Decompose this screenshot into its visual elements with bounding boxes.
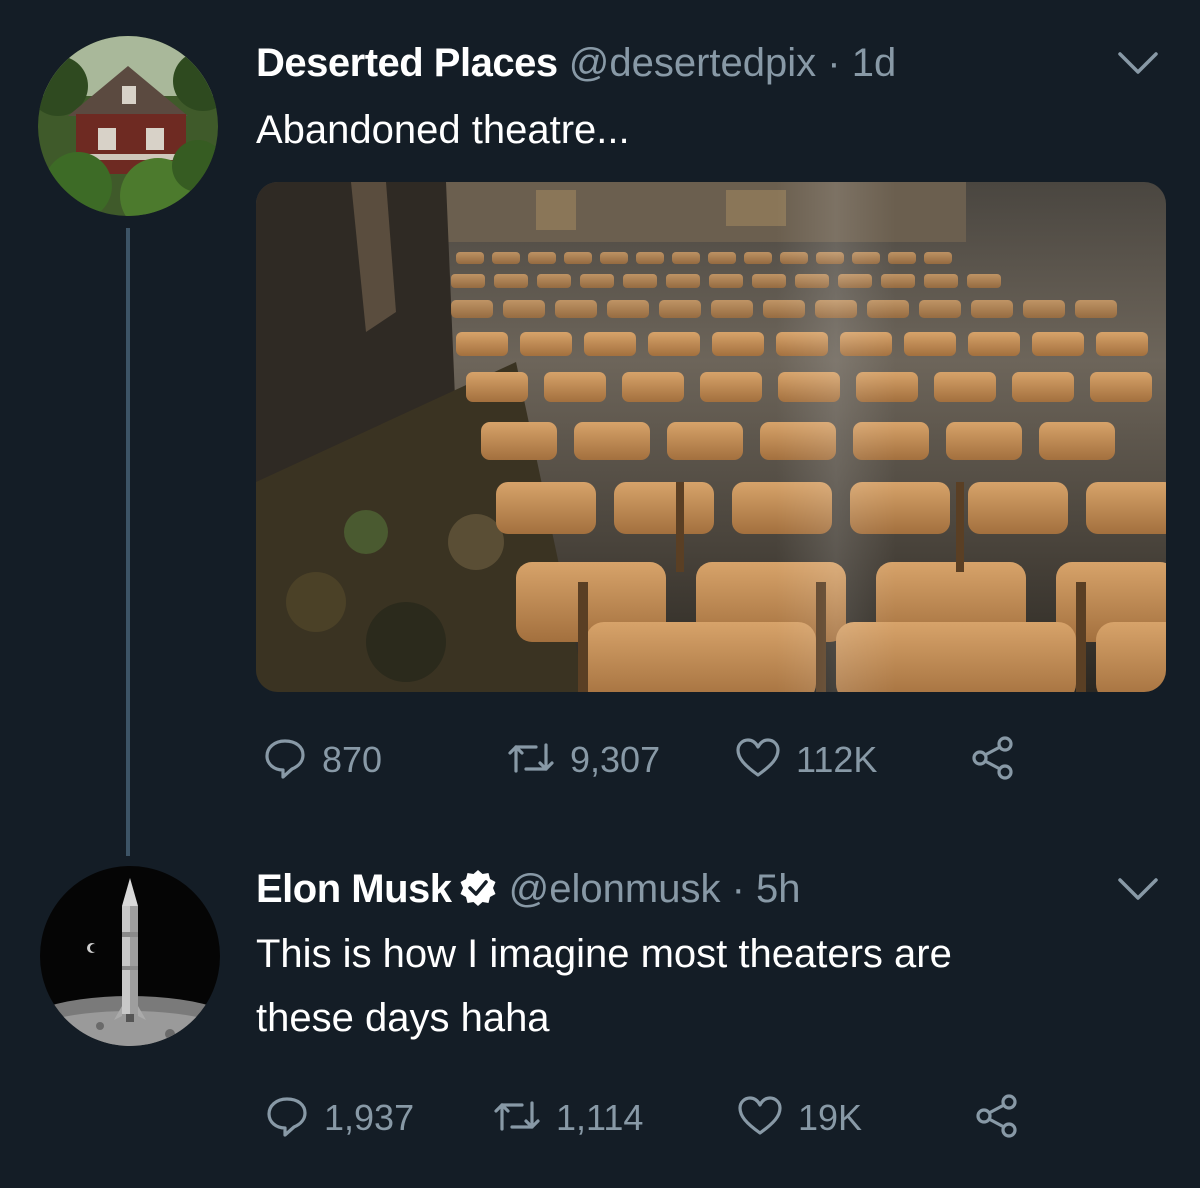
- user-handle[interactable]: @desertedpix: [569, 41, 816, 85]
- retweet-icon: [506, 735, 556, 786]
- tweet-deserted-places[interactable]: Deserted Places @desertedpix · 1d Abando…: [0, 0, 1200, 860]
- avatar-deserted-places[interactable]: [38, 36, 218, 216]
- chevron-down-icon[interactable]: [1116, 48, 1160, 78]
- retweet-button[interactable]: 1,114: [492, 1088, 643, 1148]
- tweet-header: Deserted Places @desertedpix · 1d: [256, 40, 896, 86]
- reply-button[interactable]: 870: [262, 730, 382, 790]
- heart-icon: [734, 735, 782, 786]
- share-button[interactable]: [968, 730, 1018, 790]
- separator-dot: ·: [827, 41, 841, 85]
- reply-icon: [264, 1093, 310, 1144]
- avatar-elon-musk[interactable]: [40, 866, 220, 1046]
- verified-badge-icon: [458, 868, 498, 918]
- like-button[interactable]: 112K: [734, 730, 877, 790]
- tweet-text: Abandoned theatre...: [256, 108, 630, 152]
- starship-on-moon-photo: [40, 866, 220, 1046]
- share-icon: [968, 733, 1018, 788]
- reply-button[interactable]: 1,937: [264, 1088, 414, 1148]
- timestamp[interactable]: 1d: [852, 41, 897, 85]
- share-icon: [972, 1091, 1022, 1146]
- tweet-elon-musk[interactable]: Elon Musk @elonmusk · 5h This is how I i…: [0, 860, 1200, 1188]
- like-button[interactable]: 19K: [736, 1088, 862, 1148]
- like-count: 19K: [798, 1097, 863, 1138]
- display-name[interactable]: Elon Musk: [256, 867, 452, 911]
- reply-count: 1,937: [324, 1097, 415, 1138]
- chevron-down-icon[interactable]: [1116, 874, 1160, 904]
- tweet-header: Elon Musk @elonmusk · 5h: [256, 866, 801, 918]
- user-handle[interactable]: @elonmusk: [509, 867, 721, 911]
- retweet-count: 9,307: [570, 739, 661, 780]
- retweet-icon: [492, 1093, 542, 1144]
- heart-icon: [736, 1093, 784, 1144]
- share-button[interactable]: [972, 1088, 1022, 1148]
- retweet-button[interactable]: 9,307: [506, 730, 660, 790]
- timestamp[interactable]: 5h: [756, 867, 801, 911]
- tweet-text-line-2: these days haha: [256, 996, 550, 1040]
- retweet-count: 1,114: [556, 1097, 644, 1138]
- like-count: 112K: [796, 739, 878, 780]
- separator-dot: ·: [731, 867, 745, 911]
- tweet-actions: 1,937 1,114 19K: [256, 1088, 1056, 1148]
- tweet-text: This is how I imagine most theaters are …: [256, 926, 1156, 1046]
- tweet-actions: 870 9,307 112K: [256, 730, 1056, 790]
- display-name[interactable]: Deserted Places: [256, 41, 558, 85]
- reply-count: 870: [322, 739, 383, 780]
- reply-icon: [262, 735, 308, 786]
- tweet-media-image[interactable]: [256, 182, 1166, 692]
- tweet-text-line-1: This is how I imagine most theaters are: [256, 932, 952, 976]
- abandoned-theatre-photo: [256, 182, 1166, 692]
